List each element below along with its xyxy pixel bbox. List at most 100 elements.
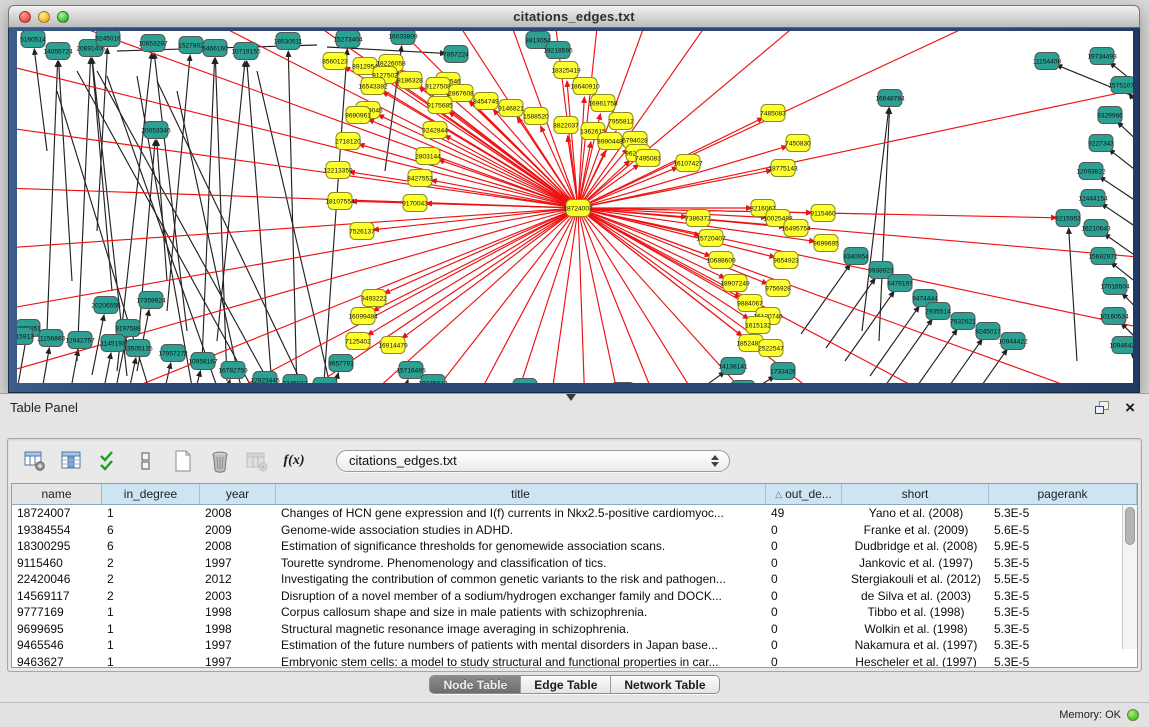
graph-node[interactable]: 2867608 <box>448 85 474 102</box>
graph-node[interactable]: 9690961 <box>345 107 371 124</box>
create-new-table-button[interactable] <box>170 448 196 474</box>
table-settings-button[interactable] <box>22 448 48 474</box>
graph-node[interactable]: 9699695 <box>813 235 839 252</box>
graph-node[interactable]: 15692971 <box>1088 248 1118 265</box>
graph-node[interactable]: 6466160 <box>202 40 228 57</box>
graph-node[interactable]: 7386372 <box>685 210 711 227</box>
function-builder-button[interactable]: f(x) <box>281 448 307 474</box>
graph-node[interactable]: 16648784 <box>875 90 905 107</box>
vertical-scrollbar[interactable] <box>1122 505 1137 649</box>
graph-node[interactable]: 16099484 <box>348 308 378 325</box>
tab-edge-table[interactable]: Edge Table <box>521 676 611 693</box>
close-window-button[interactable] <box>19 11 31 23</box>
minimize-window-button[interactable] <box>38 11 50 23</box>
graph-node[interactable]: 2522547 <box>758 340 784 357</box>
table-row[interactable]: 946554611997Estimation of the future num… <box>12 637 1137 654</box>
table-row[interactable]: 946362711997Embryonic stem cells: a mode… <box>12 654 1137 669</box>
graph-node[interactable]: 12093822 <box>1076 163 1106 180</box>
graph-node[interactable]: 18907249 <box>720 275 750 292</box>
graph-node[interactable]: 10953835 <box>608 383 638 384</box>
graph-node[interactable]: 10958167 <box>188 353 218 370</box>
graph-node[interactable]: 17957272 <box>158 345 188 362</box>
graph-node[interactable]: 7450830 <box>785 135 811 152</box>
graph-node[interactable]: 11156863 <box>37 330 66 347</box>
graph-node[interactable]: 16107427 <box>673 155 703 172</box>
graph-node[interactable]: 2718120 <box>335 133 361 150</box>
graph-node[interactable]: 8560123 <box>322 53 348 70</box>
table-row[interactable]: 977716911998Corpus callosum shape and si… <box>12 604 1137 621</box>
graph-node[interactable]: 16782759 <box>218 362 248 379</box>
graph-node[interactable]: 20053346 <box>141 122 171 139</box>
graph-node[interactable]: 12444154 <box>1078 190 1108 207</box>
graph-node[interactable]: 1615132 <box>745 317 771 334</box>
graph-node[interactable]: 16495754 <box>781 220 811 237</box>
graph-node[interactable]: 15720407 <box>696 230 726 247</box>
graph-node[interactable]: 8427552 <box>407 170 433 187</box>
graph-node[interactable]: 10688609 <box>706 252 736 269</box>
graph-node[interactable]: 16961758 <box>588 95 618 112</box>
window-titlebar[interactable]: citations_edges.txt <box>8 5 1140 28</box>
column-settings-button[interactable] <box>59 448 85 474</box>
graph-node[interactable]: 1527802 <box>178 37 204 54</box>
graph-node[interactable]: 2935514 <box>925 303 951 320</box>
graph-node[interactable]: 20206556 <box>91 297 121 314</box>
graph-node[interactable]: 7526137 <box>349 223 375 240</box>
graph-node[interactable]: 7485083 <box>760 105 786 122</box>
graph-node[interactable]: 16914479 <box>378 337 408 354</box>
graph-node[interactable]: 9329966 <box>1097 107 1123 124</box>
zoom-window-button[interactable] <box>57 11 69 23</box>
graph-node[interactable]: 15716485 <box>396 362 426 379</box>
graph-node[interactable]: 16161095 <box>510 379 540 384</box>
graph-node[interactable]: 8990448 <box>597 133 623 150</box>
graph-node[interactable]: 9146821 <box>498 100 524 117</box>
graph-node[interactable]: 18530511 <box>274 33 303 50</box>
graph-node[interactable]: 15273404 <box>333 31 363 48</box>
graph-node[interactable]: 8454749 <box>473 93 499 110</box>
graph-node[interactable]: 17016504 <box>1100 278 1130 295</box>
network-canvas[interactable]: 5160514140557242089140692450161065328715… <box>17 31 1133 383</box>
graph-node[interactable]: 12213359 <box>323 162 353 179</box>
graph-node[interactable]: 2803144 <box>415 148 441 165</box>
graph-node[interactable]: 9654923 <box>773 252 799 269</box>
column-header-in-degree[interactable]: in_degree <box>102 484 200 504</box>
scrollbar-thumb[interactable] <box>1125 507 1135 545</box>
table-row[interactable]: 1456911722003Disruption of a novel membe… <box>12 588 1137 605</box>
graph-node[interactable]: 20531232 <box>310 378 340 384</box>
show-rows-button[interactable] <box>133 448 159 474</box>
graph-node[interactable]: 9245016 <box>95 31 121 47</box>
graph-node[interactable]: 8340954 <box>843 248 869 265</box>
graph-node[interactable]: 7857224 <box>443 46 469 63</box>
column-header-pagerank[interactable]: pagerank <box>989 484 1137 504</box>
select-all-rows-button[interactable] <box>96 448 122 474</box>
graph-node[interactable]: 1733426 <box>770 363 796 380</box>
graph-node[interactable]: 12942757 <box>65 332 95 349</box>
graph-node[interactable]: 10719155 <box>231 43 261 60</box>
graph-node[interactable]: 10160534 <box>1099 308 1129 325</box>
graph-node[interactable]: 18775143 <box>768 160 798 177</box>
graph-node[interactable]: 19734493 <box>1087 48 1117 65</box>
graph-node[interactable]: 14055724 <box>43 43 73 60</box>
graph-node[interactable]: 9115460 <box>810 205 836 222</box>
graph-node[interactable]: 16033809 <box>388 31 418 45</box>
graph-node[interactable]: 3915913 <box>17 328 34 345</box>
column-header-name[interactable]: name <box>12 484 102 504</box>
graph-node[interactable]: 8245017 <box>975 323 1001 340</box>
float-panel-icon[interactable] <box>1095 401 1111 415</box>
graph-node[interactable]: 18325419 <box>551 62 581 79</box>
graph-node[interactable]: 9242844 <box>422 122 448 139</box>
graph-node[interactable]: 7495083 <box>635 150 661 167</box>
graph-node[interactable]: 5160514 <box>20 31 46 48</box>
graph-node[interactable]: 10653287 <box>138 35 168 52</box>
graph-node[interactable]: 14138141 <box>718 358 748 375</box>
tab-network-table[interactable]: Network Table <box>611 676 718 693</box>
graph-node[interactable]: 7632621 <box>950 313 976 330</box>
graph-node[interactable]: 7955812 <box>608 113 634 130</box>
graph-node[interactable]: 7125402 <box>345 333 371 350</box>
graph-node[interactable]: 18640910 <box>570 78 600 95</box>
graph-node[interactable]: 1588520 <box>523 108 549 125</box>
graph-node[interactable]: 10944422 <box>998 333 1028 350</box>
graph-node[interactable]: 11154408 <box>1033 53 1062 70</box>
graph-node[interactable]: 9197588 <box>115 320 141 337</box>
graph-node[interactable]: 9756928 <box>765 280 791 297</box>
table-row[interactable]: 1872400712008Changes of HCN gene express… <box>12 505 1137 522</box>
